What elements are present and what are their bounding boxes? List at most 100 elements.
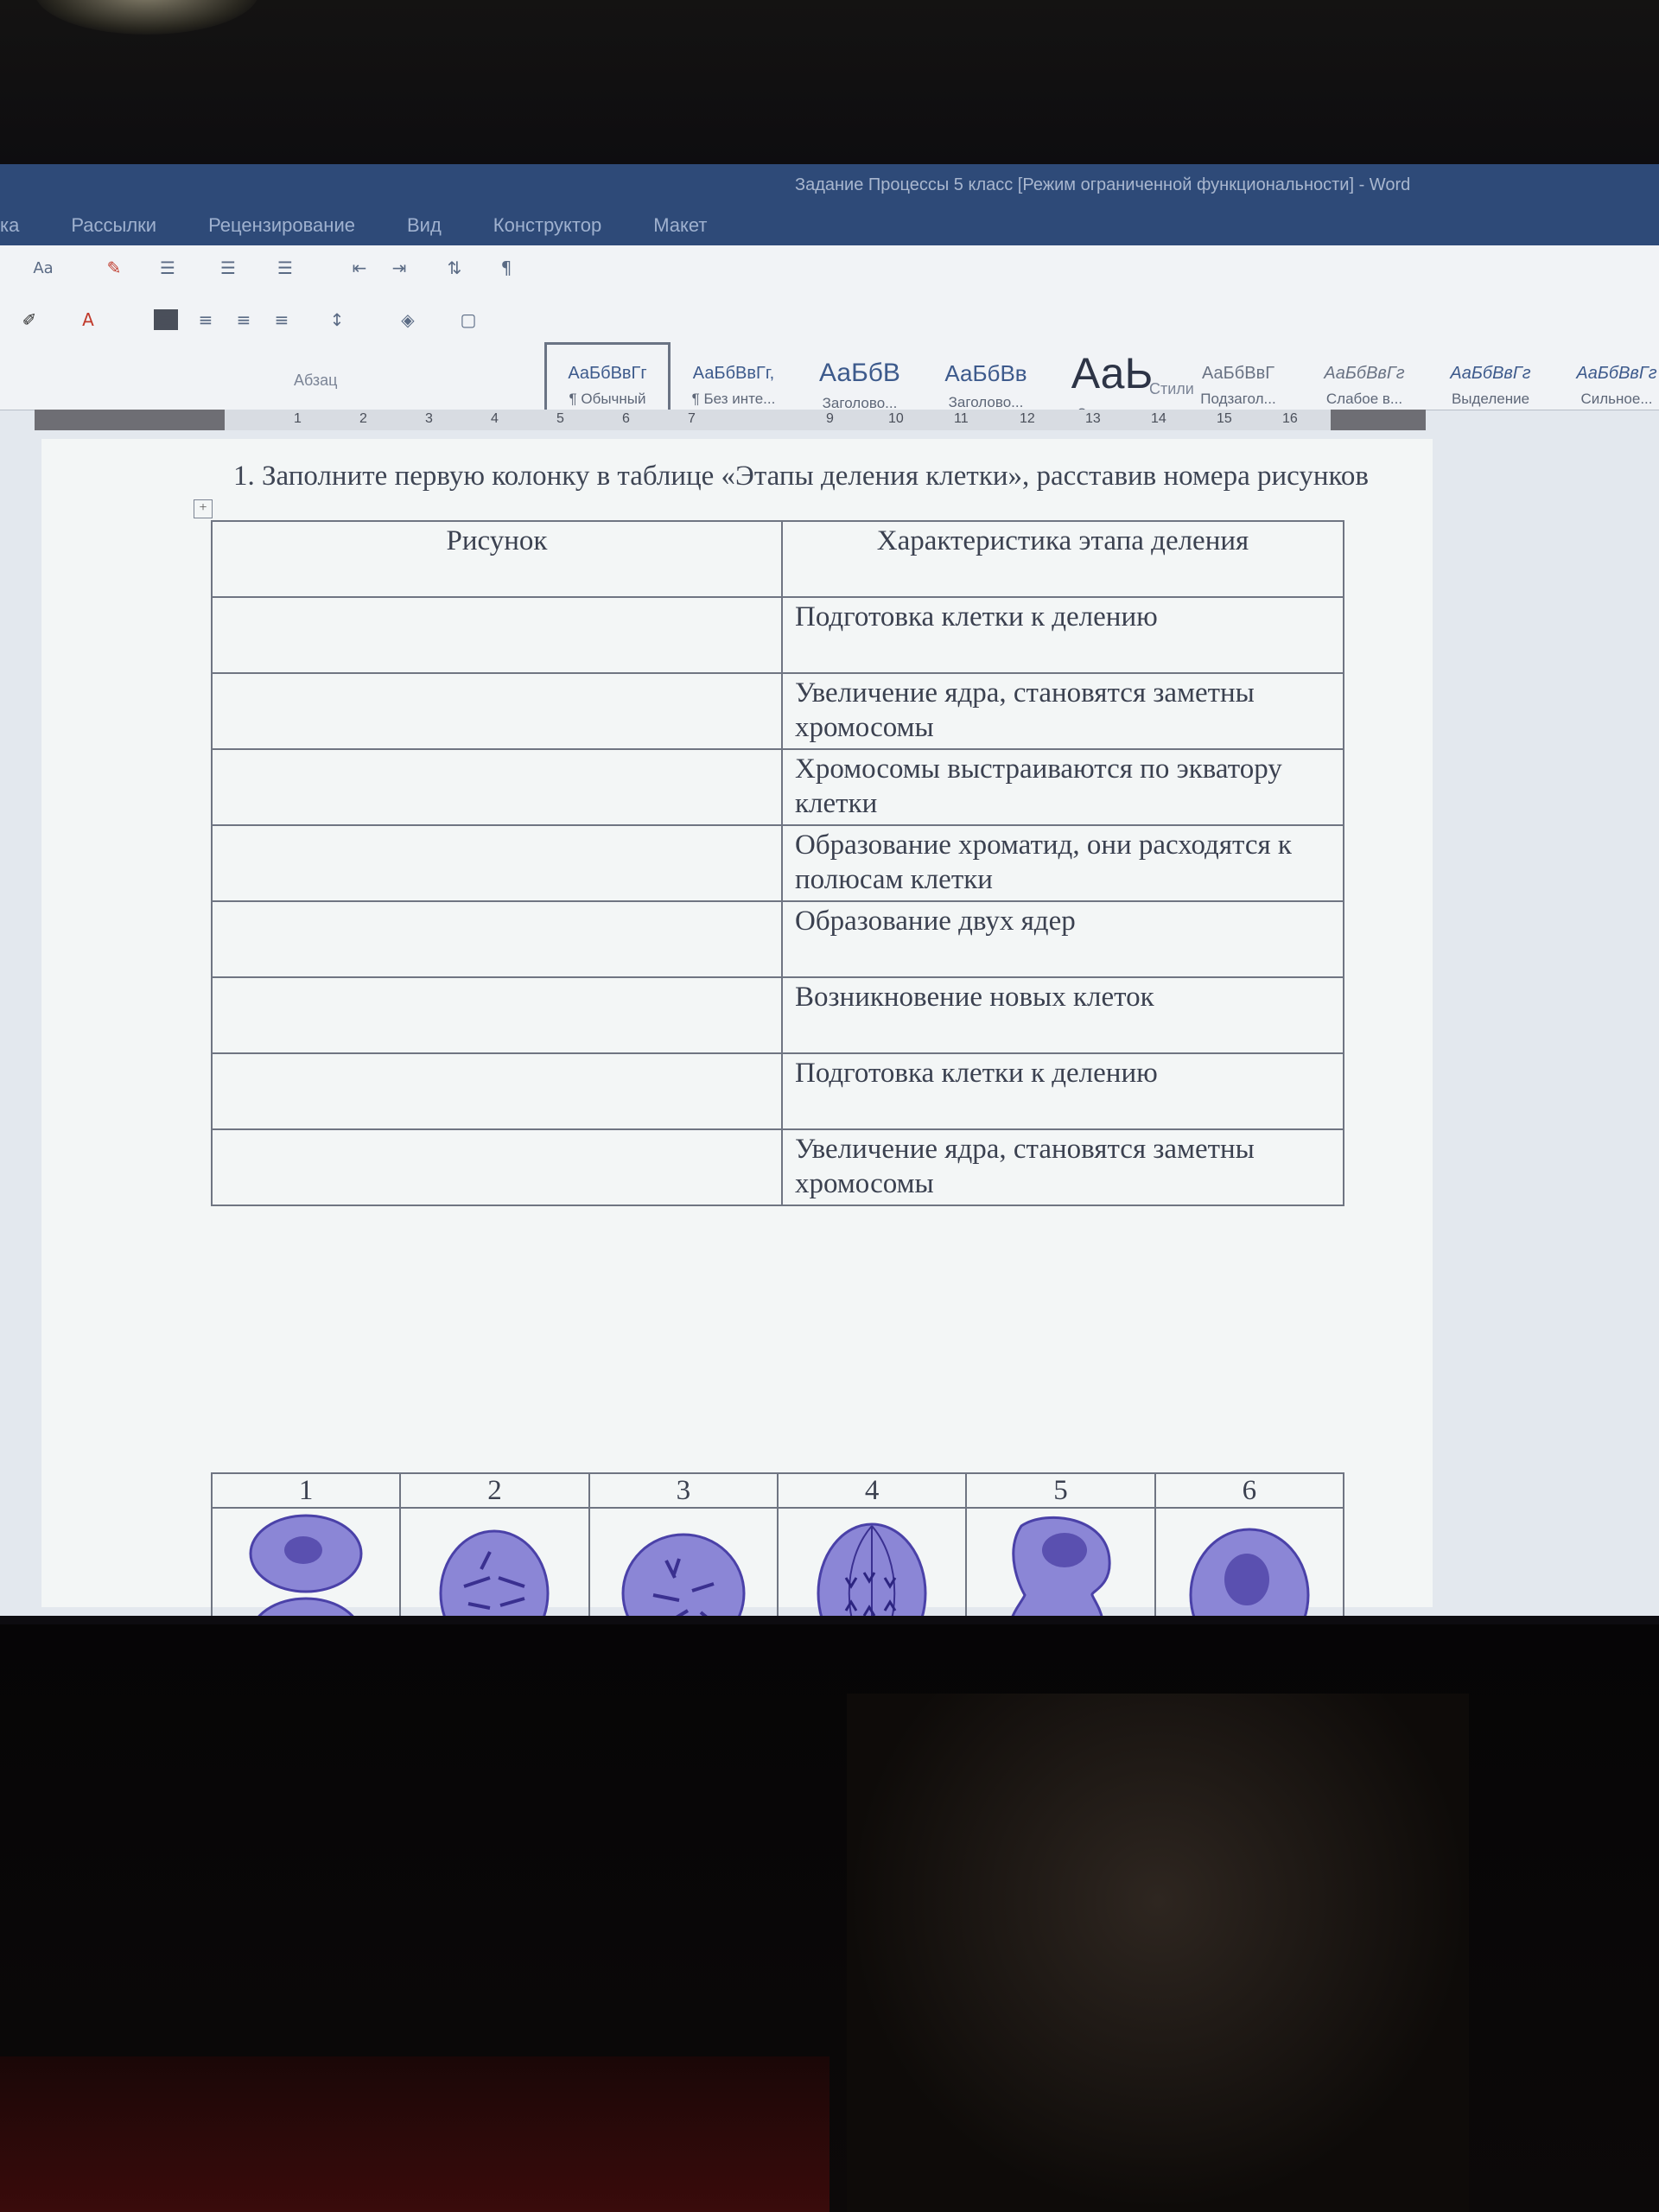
styles-group-label: Стили — [1149, 380, 1194, 397]
style-sample: АаБбВвГг, — [692, 363, 775, 383]
multilevel-list-icon[interactable]: ☰ — [273, 257, 297, 278]
ruler-label: 2 — [359, 411, 367, 426]
horizontal-ruler[interactable]: 1 2 3 4 5 6 7 9 10 11 12 13 14 15 16 — [35, 410, 1426, 430]
column-header-figure: Рисунок — [211, 520, 783, 598]
table-row: Образование хроматид, они расходятся к п… — [211, 824, 1344, 902]
tab-layout[interactable]: Макет — [627, 214, 733, 237]
stage-description: Образование двух ядер — [781, 900, 1344, 978]
style-name: ¶ Обычный — [569, 390, 646, 407]
word-window: Задание Процессы 5 класс [Режим ограниче… — [0, 164, 1659, 1680]
monitor-top-bezel — [0, 0, 1659, 164]
justify-icon[interactable]: ≡ — [270, 309, 294, 330]
ruler-label: 4 — [491, 411, 499, 426]
style-sample: АаБбВвГг — [1576, 363, 1657, 383]
decrease-indent-icon[interactable]: ⇤ — [347, 257, 372, 278]
figure-number-cell[interactable] — [211, 1128, 783, 1206]
ruler-label: 1 — [294, 411, 302, 426]
figure-number-row: 1 2 3 4 5 6 — [210, 1472, 1345, 1509]
figure-number-cell[interactable] — [211, 596, 783, 674]
figure-number-cell[interactable] — [211, 976, 783, 1054]
numbering-icon[interactable]: ☰ — [216, 257, 240, 278]
figure-number: 1 — [210, 1472, 402, 1509]
tab-mailings[interactable]: Рассылки — [45, 214, 182, 237]
stage-description: Хромосомы выстраиваются по экватору клет… — [781, 748, 1344, 826]
document-page[interactable]: 1. Заполните первую колонку в таблице «Э… — [41, 439, 1433, 1680]
stage-description: Подготовка клетки к делению — [781, 1052, 1344, 1130]
style-sample: АаЬ — [1071, 349, 1154, 397]
increase-indent-icon[interactable]: ⇥ — [387, 257, 411, 278]
figure-number-cell[interactable] — [211, 748, 783, 826]
ruler-label: 9 — [826, 411, 834, 426]
ribbon-tabs: ка Рассылки Рецензирование Вид Конструкт… — [0, 206, 1659, 245]
table-row: Увеличение ядра, становятся заметны хром… — [211, 672, 1344, 750]
ruler-label: 7 — [688, 411, 696, 426]
style-sample: АаБбВвГг — [1450, 363, 1531, 383]
align-right-icon[interactable]: ≡ — [232, 309, 256, 330]
style-sample: АаБбВвГ — [1201, 363, 1275, 383]
change-case-icon[interactable]: Aa — [26, 257, 60, 278]
align-center-icon[interactable]: ≡ — [194, 309, 218, 330]
figure-number-cell[interactable] — [211, 824, 783, 902]
figure-number: 2 — [399, 1472, 590, 1509]
table-row: Образование двух ядер — [211, 900, 1344, 978]
style-sample: АаБбВв — [944, 359, 1027, 386]
task-instruction: 1. Заполните первую колонку в таблице «Э… — [233, 461, 1369, 492]
ruler-label: 12 — [1020, 411, 1035, 426]
ruler-label: 11 — [954, 411, 969, 426]
ruler-label: 16 — [1282, 411, 1298, 426]
tab-view[interactable]: Вид — [381, 214, 467, 237]
window-title: Задание Процессы 5 класс [Режим ограниче… — [795, 175, 1411, 194]
lamp-glare — [35, 0, 259, 35]
ruler-label: 14 — [1151, 411, 1166, 426]
figure-number-cell[interactable] — [211, 900, 783, 978]
stage-description: Увеличение ядра, становятся заметны хром… — [781, 1128, 1344, 1206]
table-row: Хромосомы выстраиваются по экватору клет… — [211, 748, 1344, 826]
bullets-icon[interactable]: ☰ — [156, 257, 180, 278]
figure-number-cell[interactable] — [211, 672, 783, 750]
stage-description: Возникновение новых клеток — [781, 976, 1344, 1054]
ruler-label: 5 — [556, 411, 564, 426]
room-background — [0, 1624, 1659, 2212]
ruler-label: 15 — [1217, 411, 1232, 426]
ruler-label: 13 — [1085, 411, 1101, 426]
figure-number-cell[interactable] — [211, 1052, 783, 1130]
figure-number: 4 — [776, 1472, 968, 1509]
tab-design[interactable]: Конструктор — [467, 214, 627, 237]
title-bar: Задание Процессы 5 класс [Режим ограниче… — [0, 164, 1659, 206]
ruler-label: 3 — [425, 411, 433, 426]
figure-number: 3 — [588, 1472, 779, 1509]
style-sample: АаБбВвГг — [568, 363, 647, 383]
ruler-margin-left — [35, 410, 225, 430]
style-name: Заголово... — [948, 393, 1024, 410]
style-intense-emphasis[interactable]: АаБбВвГг Сильное... — [1554, 342, 1659, 429]
sort-icon[interactable]: ⇅ — [442, 257, 467, 278]
borders-icon[interactable]: ▢ — [456, 309, 480, 330]
style-sample: АаБбВвГг — [1324, 363, 1405, 383]
style-name: Подзагол... — [1200, 390, 1276, 407]
font-color-icon[interactable]: A — [76, 309, 100, 330]
tab-review[interactable]: Рецензирование — [182, 214, 381, 237]
table-row: Подготовка клетки к делению — [211, 596, 1344, 674]
stage-description: Подготовка клетки к делению — [781, 596, 1344, 674]
stage-description: Увеличение ядра, становятся заметны хром… — [781, 672, 1344, 750]
style-name: Выделение — [1451, 390, 1530, 407]
figure-number: 6 — [1154, 1472, 1345, 1509]
tab-home-partial[interactable]: ка — [0, 214, 45, 237]
show-marks-icon[interactable]: ¶ — [494, 257, 518, 278]
red-desk-surface — [0, 2056, 830, 2212]
table-row: Подготовка клетки к делению — [211, 1052, 1344, 1130]
style-name: Слабое в... — [1325, 390, 1403, 407]
align-left-icon[interactable]: ≡ — [154, 309, 178, 330]
figure-number: 5 — [965, 1472, 1156, 1509]
table-move-handle-icon[interactable]: + — [194, 499, 213, 518]
line-spacing-icon[interactable]: ↕ — [325, 309, 349, 330]
style-sample: АаБбВ — [819, 359, 900, 387]
table-row: Увеличение ядра, становятся заметны хром… — [211, 1128, 1344, 1206]
paragraph-group-label: Абзац — [294, 372, 338, 389]
style-name: Сильное... — [1580, 390, 1653, 407]
shading-icon[interactable]: ◈ — [396, 309, 420, 330]
clear-format-icon[interactable]: ✎ — [102, 257, 126, 278]
highlight-icon[interactable]: ✐ — [17, 309, 41, 330]
style-emphasis[interactable]: АаБбВвГг Выделение — [1427, 342, 1554, 429]
ruler-label: 10 — [888, 411, 904, 426]
